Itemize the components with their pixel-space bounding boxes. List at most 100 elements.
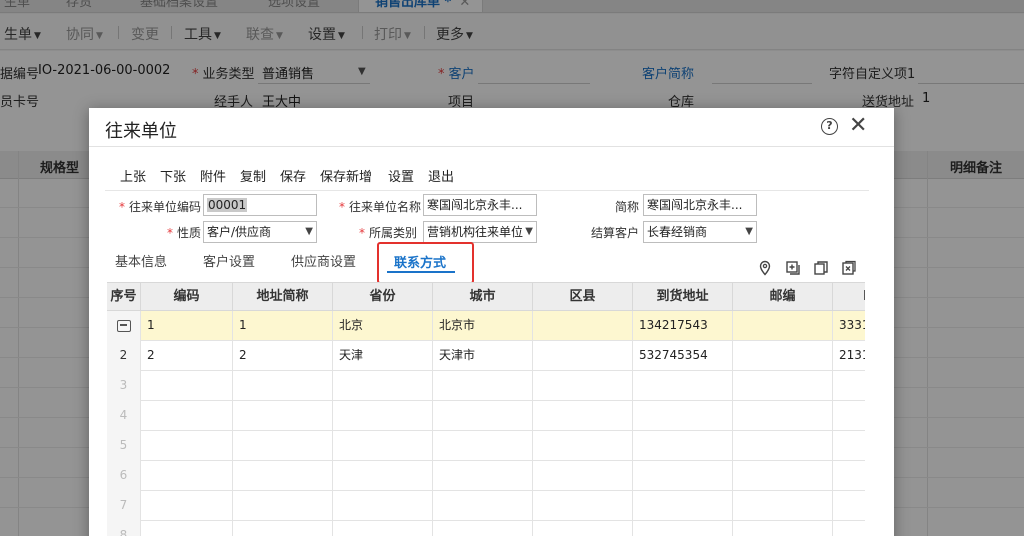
partner-code-input[interactable]: 00001 [203, 194, 317, 216]
empty-cell[interactable] [233, 461, 333, 491]
empty-cell[interactable] [633, 431, 733, 461]
table-row[interactable]: 3 [107, 371, 865, 401]
empty-cell[interactable] [233, 431, 333, 461]
empty-cell[interactable] [433, 461, 533, 491]
empty-cell[interactable] [433, 401, 533, 431]
empty-cell[interactable] [333, 461, 433, 491]
empty-cell[interactable] [633, 491, 733, 521]
row-district-cell[interactable] [533, 341, 633, 371]
col-zip-header: 邮编 [733, 282, 833, 311]
empty-cell[interactable] [733, 371, 833, 401]
row-code-cell[interactable]: 1 [141, 311, 233, 341]
col-code-header: 编码 [141, 282, 233, 311]
partner-name-input[interactable]: 寒国闯北京永丰... [423, 194, 537, 216]
attachment-button[interactable]: 附件 [200, 166, 226, 185]
row-city-cell[interactable]: 天津市 [433, 341, 533, 371]
col-extra-header: E [833, 282, 865, 311]
save-button[interactable]: 保存 [280, 166, 306, 185]
partner-name-label-text: 往来单位名称 [349, 200, 422, 214]
empty-cell[interactable] [333, 491, 433, 521]
exit-button[interactable]: 退出 [428, 166, 454, 185]
empty-cell[interactable] [633, 401, 733, 431]
empty-cell[interactable] [141, 521, 233, 536]
empty-cell[interactable] [141, 431, 233, 461]
empty-cell[interactable] [533, 461, 633, 491]
empty-cell[interactable] [533, 371, 633, 401]
nature-label-text: 性质 [177, 226, 202, 240]
row-province-cell[interactable]: 天津 [333, 341, 433, 371]
empty-cell[interactable] [733, 461, 833, 491]
row-zip-cell[interactable] [733, 311, 833, 341]
settle-customer-select[interactable]: 长春经销商 ▼ [643, 221, 757, 243]
close-icon[interactable]: ✕ [849, 113, 867, 139]
short-name-input[interactable]: 寒国闯北京永丰... [643, 194, 757, 216]
chevron-down-icon: ▼ [745, 226, 753, 237]
empty-cell[interactable] [141, 371, 233, 401]
empty-cell[interactable] [533, 491, 633, 521]
row-extra-cell[interactable]: 3331 [833, 311, 865, 341]
location-pin-icon[interactable] [757, 260, 773, 276]
empty-cell[interactable] [333, 431, 433, 461]
tab-supplier-settings[interactable]: 供应商设置 [291, 251, 356, 270]
empty-cell[interactable] [233, 491, 333, 521]
empty-cell[interactable] [233, 521, 333, 536]
empty-cell[interactable] [633, 371, 733, 401]
empty-cell[interactable] [533, 431, 633, 461]
add-row-icon[interactable] [785, 260, 801, 276]
empty-cell[interactable] [433, 521, 533, 536]
empty-cell[interactable] [533, 401, 633, 431]
row-zip-cell[interactable] [733, 341, 833, 371]
row-address-short-cell[interactable]: 1 [233, 311, 333, 341]
category-select[interactable]: 营销机构往来单位 ▼ [423, 221, 537, 243]
empty-cell[interactable] [533, 521, 633, 536]
empty-cell[interactable] [141, 461, 233, 491]
empty-cell[interactable] [333, 401, 433, 431]
empty-cell[interactable] [733, 431, 833, 461]
empty-cell[interactable] [433, 371, 533, 401]
row-index-cell[interactable] [107, 311, 141, 341]
empty-cell[interactable] [333, 371, 433, 401]
row-district-cell[interactable] [533, 311, 633, 341]
empty-cell[interactable] [141, 491, 233, 521]
empty-cell[interactable] [733, 491, 833, 521]
empty-cell[interactable] [633, 461, 733, 491]
empty-cell[interactable] [733, 401, 833, 431]
settle-customer-label: 结算客户 [591, 226, 640, 240]
row-extra-cell[interactable]: 2131 [833, 341, 865, 371]
row-address-cell[interactable]: 532745354 [633, 341, 733, 371]
row-editor-icon[interactable] [116, 320, 131, 332]
row-city-cell[interactable]: 北京市 [433, 311, 533, 341]
nature-select[interactable]: 客户/供应商 ▼ [203, 221, 317, 243]
tab-basic-info[interactable]: 基本信息 [115, 251, 167, 270]
row-code-cell[interactable]: 2 [141, 341, 233, 371]
empty-cell[interactable] [733, 521, 833, 536]
help-icon[interactable]: ? [821, 118, 838, 135]
table-row[interactable]: 5 [107, 431, 865, 461]
empty-cell[interactable] [333, 521, 433, 536]
row-index-cell: 7 [107, 491, 141, 521]
empty-cell[interactable] [233, 401, 333, 431]
col-province-header: 省份 [333, 282, 433, 311]
delete-row-icon[interactable] [841, 260, 857, 276]
table-row[interactable]: 2 2 2 天津 天津市 532745354 2131 [107, 341, 865, 371]
table-row[interactable]: 7 [107, 491, 865, 521]
empty-cell[interactable] [141, 401, 233, 431]
table-row[interactable]: 6 [107, 461, 865, 491]
copy-row-icon[interactable] [813, 260, 829, 276]
table-row[interactable]: 1 1 北京 北京市 134217543 3331 [107, 311, 865, 341]
row-province-cell[interactable]: 北京 [333, 311, 433, 341]
empty-cell[interactable] [233, 371, 333, 401]
table-row[interactable]: 4 [107, 401, 865, 431]
save-and-new-button[interactable]: 保存新增 [320, 166, 372, 185]
empty-cell[interactable] [433, 431, 533, 461]
tab-customer-settings[interactable]: 客户设置 [203, 251, 255, 270]
table-row[interactable]: 8 [107, 521, 865, 536]
empty-cell[interactable] [433, 491, 533, 521]
row-address-short-cell[interactable]: 2 [233, 341, 333, 371]
row-address-cell[interactable]: 134217543 [633, 311, 733, 341]
next-record-button[interactable]: 下张 [160, 166, 186, 185]
dialog-settings-button[interactable]: 设置 [388, 166, 414, 185]
copy-button[interactable]: 复制 [240, 166, 266, 185]
empty-cell[interactable] [633, 521, 733, 536]
prev-record-button[interactable]: 上张 [120, 166, 146, 185]
